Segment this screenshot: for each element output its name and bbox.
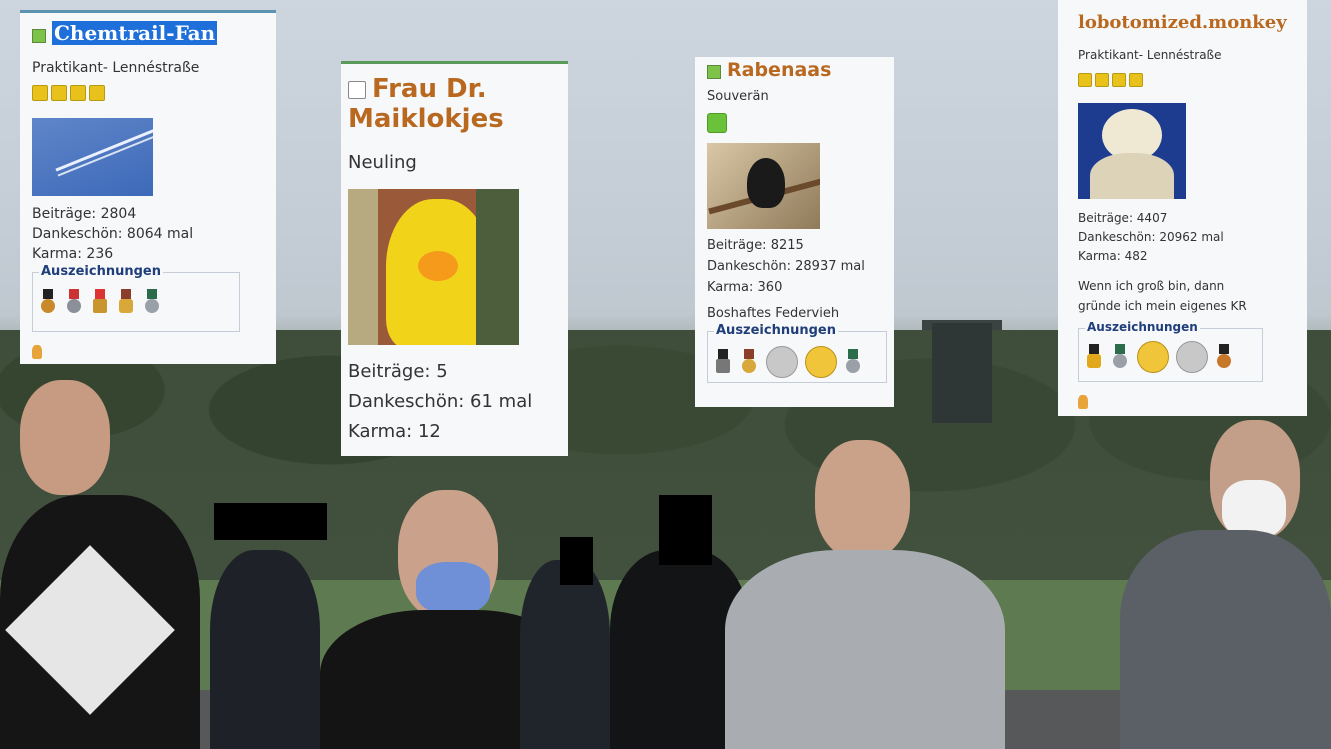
thanks-count: Dankeschön: 61 mal bbox=[348, 391, 533, 412]
post-count: Beiträge: 5 bbox=[348, 361, 448, 382]
thanks-count: Dankeschön: 8064 mal bbox=[32, 226, 194, 242]
awards-title: Auszeichnungen bbox=[39, 264, 163, 279]
thanks-count: Dankeschön: 20962 mal bbox=[1078, 230, 1224, 244]
person-right-mask bbox=[1120, 420, 1331, 749]
medal-icon bbox=[39, 289, 57, 315]
user-rank: Souverän bbox=[707, 89, 769, 104]
username[interactable]: lobotomized.monkey bbox=[1078, 12, 1287, 33]
user-rank: Neuling bbox=[348, 152, 417, 173]
user-figure-icon bbox=[1078, 394, 1287, 413]
rank-pips bbox=[1078, 72, 1287, 91]
signature-line-1: Wenn ich groß bin, dann bbox=[1078, 279, 1225, 293]
medal-icon bbox=[65, 289, 83, 315]
duck-award-icon bbox=[1085, 344, 1103, 370]
awards-title: Auszeichnungen bbox=[714, 323, 838, 338]
rank-square-icon bbox=[707, 113, 727, 133]
star-medal-icon bbox=[117, 289, 135, 315]
profile-card-rabenaas: Rabenaas Souverän Beiträge: 8215 Dankesc… bbox=[695, 57, 894, 407]
karma: Karma: 360 bbox=[707, 280, 783, 295]
rank-pip-icon bbox=[70, 85, 86, 101]
awards-title: Auszeichnungen bbox=[1085, 320, 1200, 334]
user-rank: Praktikant- Lennéstraße bbox=[32, 60, 200, 76]
airplane-contrail-avatar[interactable] bbox=[32, 118, 153, 196]
silver-thumbs-up-coin-icon bbox=[766, 346, 799, 378]
rank-pip-icon bbox=[1095, 73, 1109, 87]
profile-card-maiklokjes: Frau Dr. Maiklokjes Neuling Beiträge: 5 … bbox=[341, 61, 568, 456]
medal-icon bbox=[844, 349, 862, 375]
medal-icon bbox=[1111, 344, 1129, 370]
username-line-2: Maiklokjes bbox=[348, 104, 504, 134]
username[interactable]: Frau Dr. Maiklokjes bbox=[348, 74, 561, 134]
rank-badge bbox=[707, 113, 882, 137]
gold-thumbs-up-coin-icon bbox=[805, 346, 838, 378]
rank-pip-icon bbox=[1129, 73, 1143, 87]
person-grey-hoodie bbox=[725, 440, 1005, 749]
post-count: Beiträge: 2804 bbox=[32, 206, 137, 222]
karma: Karma: 482 bbox=[1078, 249, 1148, 263]
karma: Karma: 12 bbox=[348, 421, 441, 442]
signature-line-2: gründe ich mein eigenes KR bbox=[1078, 299, 1247, 313]
person-background-1 bbox=[210, 510, 320, 749]
person-left bbox=[0, 380, 210, 749]
username-row: Chemtrail-Fan bbox=[32, 21, 264, 47]
rank-pip-icon bbox=[51, 85, 67, 101]
awards-box: Auszeichnungen bbox=[707, 323, 887, 383]
user-title: Boshaftes Federvieh bbox=[707, 306, 840, 321]
cross-medal-icon bbox=[714, 349, 732, 375]
profile-card-chemtrail: Chemtrail-Fan Praktikant- Lennéstraße Be… bbox=[20, 10, 276, 364]
awards-box: Auszeichnungen bbox=[1078, 320, 1263, 382]
medal-icon bbox=[143, 289, 161, 315]
post-count: Beiträge: 4407 bbox=[1078, 211, 1168, 225]
profile-card-monkey: lobotomized.monkey Praktikant- Lennéstra… bbox=[1058, 0, 1307, 416]
username[interactable]: Chemtrail-Fan bbox=[52, 21, 218, 45]
rank-pip-icon bbox=[1112, 73, 1126, 87]
online-status-icon bbox=[32, 28, 46, 43]
cross-medal-icon bbox=[91, 289, 109, 315]
awards-box: Auszeichnungen bbox=[32, 264, 240, 332]
offline-status-icon bbox=[348, 80, 366, 99]
username-line-1: Frau Dr. bbox=[372, 74, 487, 104]
user-rank: Praktikant- Lennéstraße bbox=[1078, 48, 1222, 62]
rank-pip-icon bbox=[1078, 73, 1092, 87]
medal-icon bbox=[1215, 344, 1233, 370]
tower bbox=[932, 323, 992, 423]
gold-thumbs-up-coin-icon bbox=[1137, 341, 1170, 373]
rank-pips bbox=[32, 85, 264, 105]
username-row: Rabenaas bbox=[707, 59, 882, 83]
username[interactable]: Rabenaas bbox=[727, 59, 831, 81]
rank-pip-icon bbox=[32, 85, 48, 101]
censor-bar bbox=[659, 495, 712, 565]
raven-avatar[interactable] bbox=[707, 143, 820, 229]
rank-pip-icon bbox=[89, 85, 105, 101]
online-status-icon bbox=[707, 64, 721, 79]
censor-bar bbox=[560, 537, 593, 585]
user-figure-icon bbox=[32, 344, 264, 363]
signature: Wenn ich groß bin, dann gründe ich mein … bbox=[1078, 276, 1287, 316]
censor-bar bbox=[214, 503, 327, 540]
star-medal-icon bbox=[740, 349, 758, 375]
plush-monkey-avatar[interactable] bbox=[1078, 103, 1186, 199]
silver-thumbs-up-coin-icon bbox=[1176, 341, 1209, 373]
thanks-count: Dankeschön: 28937 mal bbox=[707, 259, 865, 274]
karma: Karma: 236 bbox=[32, 246, 114, 262]
post-count: Beiträge: 8215 bbox=[707, 238, 804, 253]
username-row: lobotomized.monkey bbox=[1078, 12, 1287, 38]
big-bird-avatar[interactable] bbox=[348, 189, 519, 345]
